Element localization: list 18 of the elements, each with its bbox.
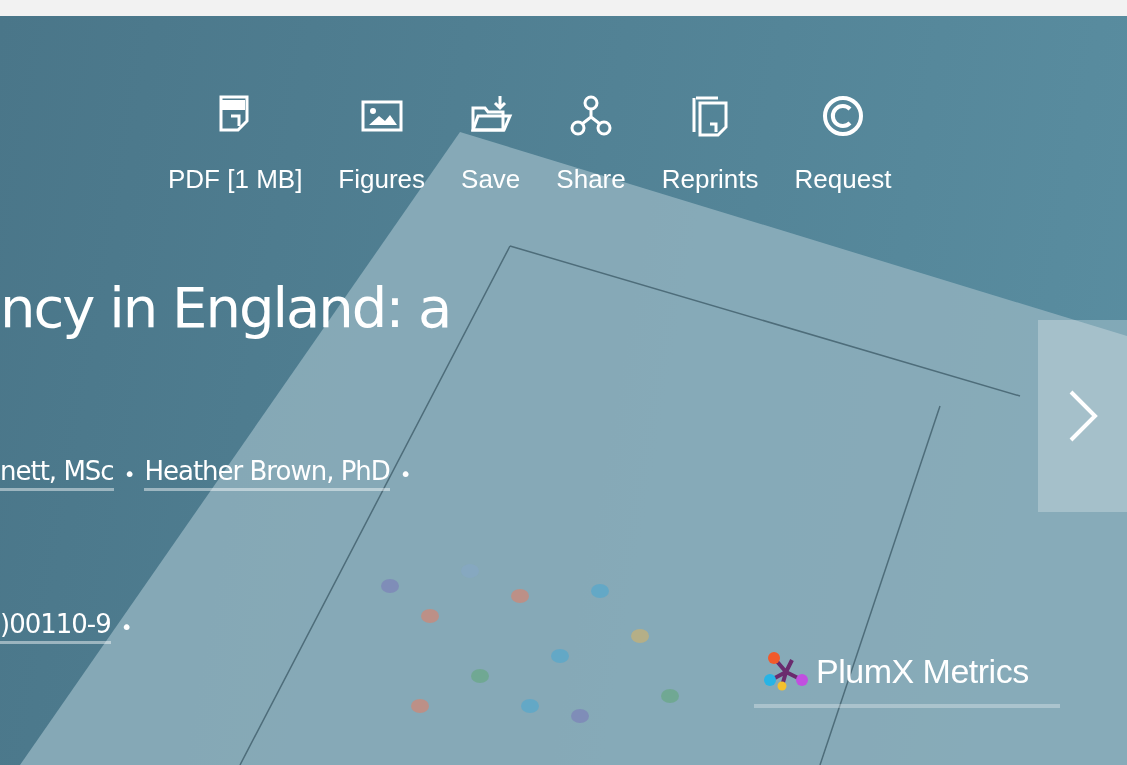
copyright-icon bbox=[820, 94, 865, 138]
toolbar-button[interactable]: Reprints bbox=[643, 94, 777, 195]
plumx-metrics-link[interactable]: PlumX Metrics bbox=[754, 650, 1060, 708]
author-link[interactable]: Heather Brown, PhD bbox=[144, 456, 390, 491]
plumx-logo-icon bbox=[762, 650, 810, 692]
toolbar-button[interactable]: Share bbox=[538, 94, 644, 195]
toolbar-button[interactable]: Request bbox=[776, 94, 910, 195]
next-button[interactable] bbox=[1038, 320, 1127, 512]
doi-link[interactable]: )00110-9 bbox=[0, 609, 111, 644]
separator-dot: • bbox=[399, 461, 411, 486]
toolbar-button[interactable]: Save bbox=[443, 94, 539, 195]
separator-dot: • bbox=[123, 461, 135, 486]
separator-dot: • bbox=[120, 614, 132, 639]
author-link[interactable]: nett, MSc bbox=[0, 456, 114, 491]
toolbar-button[interactable]: PDF [1 MB] bbox=[150, 94, 321, 195]
article-title: ncy in England: a bbox=[0, 275, 452, 340]
share-icon bbox=[569, 94, 613, 138]
toolbar-button[interactable]: Figures bbox=[320, 94, 444, 195]
